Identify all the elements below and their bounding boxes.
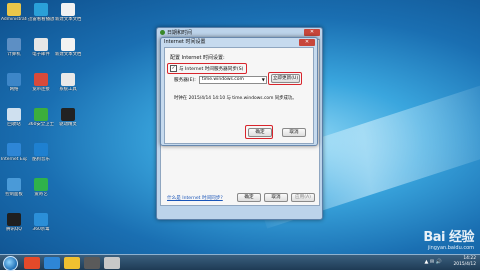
app-icon [7, 108, 21, 121]
desktop-icon-label: 360杀毒 [32, 227, 50, 232]
cancel-button[interactable]: 取消 [264, 193, 288, 202]
update-now-button[interactable]: 立即更新(U) [271, 74, 300, 83]
tray-icons[interactable]: ▲ ✉ 🔊 [425, 259, 442, 265]
desktop-icon-label: 宽带连接 [32, 87, 50, 92]
app-icon [34, 213, 48, 226]
sync-checkbox-row[interactable]: ✓ 与 Internet 时间服务器同步(S) [170, 65, 243, 72]
internet-time-title: Internet 时间设置 [164, 39, 206, 45]
internet-time-dialog: Internet 时间设置 ✕ 配置 Internet 时间设置: ✓ 与 In… [160, 37, 318, 146]
desktop-icon[interactable]: 酷狗音乐 [28, 143, 54, 162]
desktop-icon-label: 控制面板 [5, 192, 23, 197]
app-icon [7, 178, 21, 191]
app-icon [34, 73, 48, 86]
taskbar: ▲ ✉ 🔊 14:22 2015/4/12 [0, 254, 480, 271]
desktop-icon-label: 迅雷看看播放器 [28, 17, 54, 22]
app-icon [61, 3, 75, 16]
baidu-brand: Bai 经验 [423, 230, 474, 245]
clock[interactable]: 14:22 2015/4/12 [453, 256, 476, 268]
desktop-icon-label: 腾讯QQ [6, 227, 22, 232]
desktop-icon[interactable]: Administrator [1, 3, 27, 22]
close-button[interactable]: ✕ [304, 29, 320, 36]
desktop-icon-label: 计算机 [7, 52, 21, 57]
desktop-icon-label: 新建文本文档 [55, 17, 81, 22]
server-row: 服务器(E): time.windows.com ▼ [174, 76, 267, 84]
desktop-icon-label: Internet Explorer [1, 157, 27, 162]
desktop-icon[interactable]: 新建文本文档 [55, 38, 81, 57]
clock-date: 2015/4/12 [453, 262, 476, 267]
clock-icon [160, 30, 165, 35]
app-icon [7, 38, 21, 51]
desktop-icon-label: 回收站 [7, 122, 21, 127]
baidu-url: jingyan.baidu.com [427, 245, 474, 251]
desktop-icon[interactable]: 腾讯QQ [1, 213, 27, 232]
desktop-icon-label: 网络 [9, 87, 19, 92]
desktop-icon-label: Administrator [1, 17, 27, 22]
desktop-icon-label: 爱奇艺 [34, 192, 48, 197]
app-icon [7, 143, 21, 156]
apply-button[interactable]: 应用(A) [291, 193, 315, 202]
app-icon [7, 3, 21, 16]
desktop-icon[interactable]: 360杀毒 [28, 213, 54, 232]
taskbar-app-icon[interactable] [104, 256, 120, 269]
server-value: time.windows.com [201, 77, 244, 82]
sync-status-text: 时钟在 2015/4/14 14:10 与 time.windows.com 同… [174, 96, 297, 101]
date-time-title: 日期和时间 [167, 30, 193, 36]
internet-time-help-link[interactable]: 什么是 Internet 时间同步? [167, 195, 223, 201]
desktop-icon-label: 360安全卫士 [28, 122, 54, 127]
inner-close-button[interactable]: ✕ [299, 38, 315, 46]
taskbar-app-icon[interactable] [24, 256, 40, 269]
desktop-icon[interactable]: 爱奇艺 [28, 178, 54, 197]
app-icon [61, 108, 75, 121]
desktop-icon[interactable]: 宽带连接 [28, 73, 54, 92]
desktop-icon-label: 电子邮件 [32, 52, 50, 57]
desktop-icon[interactable]: 系统工具 [55, 73, 81, 92]
desktop-icon[interactable]: 驱动精灵 [55, 108, 81, 127]
desktop-icon-label: 系统工具 [59, 87, 77, 92]
baidu-watermark: Bai 经验 jingyan.baidu.com [423, 226, 474, 251]
config-heading: 配置 Internet 时间设置: [170, 55, 225, 61]
desktop-icon-label: 酷狗音乐 [32, 157, 50, 162]
app-icon [7, 73, 21, 86]
chevron-down-icon: ▼ [261, 77, 265, 82]
dialog-buttons: 确定 取消 应用(A) [237, 193, 315, 202]
desktop-icon[interactable]: 网络 [1, 73, 27, 92]
app-icon [34, 178, 48, 191]
sync-checkbox[interactable]: ✓ [170, 65, 177, 72]
inner-ok-button[interactable]: 确定 [248, 128, 272, 137]
app-icon [34, 108, 48, 121]
internet-time-titlebar[interactable]: Internet 时间设置 [161, 38, 317, 46]
app-icon [61, 38, 75, 51]
app-icon [7, 213, 21, 226]
taskbar-app-icon[interactable] [44, 256, 60, 269]
desktop-icon[interactable]: 360安全卫士 [28, 108, 54, 127]
desktop-icon[interactable]: 新建文本文档 [55, 3, 81, 22]
internet-time-body: 配置 Internet 时间设置: ✓ 与 Internet 时间服务器同步(S… [164, 47, 314, 144]
taskbar-app-icon[interactable] [64, 256, 80, 269]
desktop-icon-label: 新建文本文档 [55, 52, 81, 57]
server-select[interactable]: time.windows.com ▼ [198, 76, 267, 84]
desktop-icon[interactable]: 计算机 [1, 38, 27, 57]
app-icon [34, 143, 48, 156]
server-label: 服务器(E): [174, 78, 196, 83]
ok-button[interactable]: 确定 [237, 193, 261, 202]
desktop-icon[interactable]: 电子邮件 [28, 38, 54, 57]
sync-checkbox-label: 与 Internet 时间服务器同步(S) [179, 66, 244, 72]
taskbar-app-icon[interactable] [84, 256, 100, 269]
date-time-titlebar[interactable]: 日期和时间 [157, 28, 322, 37]
inner-cancel-button[interactable]: 取消 [282, 128, 306, 137]
desktop-icon[interactable]: 控制面板 [1, 178, 27, 197]
desktop-icon[interactable]: Internet Explorer [1, 143, 27, 162]
app-icon [61, 73, 75, 86]
desktop-icon[interactable]: 迅雷看看播放器 [28, 3, 54, 22]
desktop-icon-label: 驱动精灵 [59, 122, 77, 127]
app-icon [34, 38, 48, 51]
app-icon [34, 3, 48, 16]
desktop-icon[interactable]: 回收站 [1, 108, 27, 127]
